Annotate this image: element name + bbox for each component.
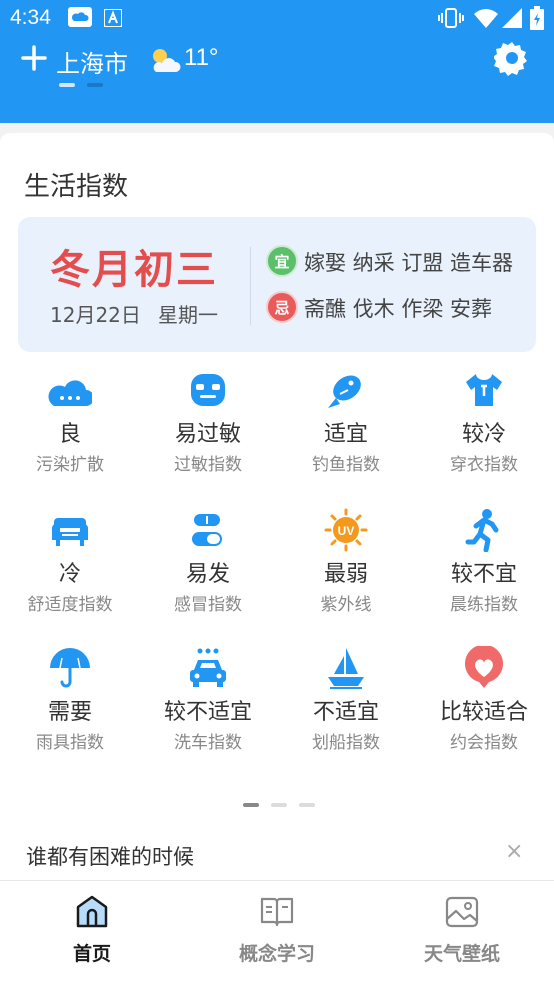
index-label: 雨具指数 bbox=[36, 733, 104, 753]
nav-item-home[interactable]: 首页 bbox=[0, 881, 184, 984]
index-label: 舒适度指数 bbox=[27, 595, 113, 615]
index-label: 感冒指数 bbox=[174, 595, 242, 615]
nav-label-concept-learning: 概念学习 bbox=[238, 943, 315, 965]
add-city-icon[interactable] bbox=[20, 44, 48, 72]
sofa-icon bbox=[52, 518, 88, 546]
heart-icon bbox=[465, 646, 503, 688]
almanac-divider bbox=[250, 247, 251, 325]
index-value: 易发 bbox=[185, 562, 230, 587]
city-name[interactable]: 上海市 bbox=[56, 44, 128, 79]
nav-label-home: 首页 bbox=[72, 943, 111, 965]
index-cold[interactable]: 易发 感冒指数 bbox=[139, 508, 277, 628]
index-label: 过敏指数 bbox=[174, 455, 242, 475]
index-allergy[interactable]: 易过敏 过敏指数 bbox=[139, 368, 277, 488]
app-header: 4:34 上海市 11° bbox=[0, 0, 554, 123]
gregorian-date: 12月22日 bbox=[50, 303, 141, 327]
index-boating[interactable]: 不适宜 划船指数 bbox=[277, 646, 415, 766]
book-icon bbox=[260, 897, 294, 927]
index-value: 最弱 bbox=[323, 562, 368, 587]
settings-gear-icon[interactable] bbox=[494, 40, 530, 76]
index-value: 适宜 bbox=[323, 422, 368, 447]
nav-item-concept-learning[interactable]: 概念学习 bbox=[185, 881, 369, 984]
wallpaper-icon bbox=[445, 896, 479, 928]
tshirt-icon bbox=[466, 374, 502, 406]
index-value: 需要 bbox=[47, 700, 92, 725]
index-label: 钓鱼指数 bbox=[312, 455, 380, 475]
sailboat-icon bbox=[328, 648, 364, 689]
index-value: 易过敏 bbox=[174, 422, 241, 447]
nav-item-weather-wallpaper[interactable]: 天气壁纸 bbox=[370, 881, 554, 984]
wifi-icon bbox=[474, 9, 498, 28]
city-page-indicator bbox=[59, 83, 119, 87]
yi-badge: 宜 bbox=[266, 245, 298, 277]
battery-icon bbox=[530, 6, 544, 30]
index-uv[interactable]: UV 最弱 紫外线 bbox=[277, 508, 415, 628]
index-label: 污染扩散 bbox=[36, 455, 104, 475]
umbrella-icon bbox=[50, 648, 90, 688]
current-temperature: 11° bbox=[184, 44, 219, 71]
section-title: 生活指数 bbox=[24, 172, 129, 202]
almanac-panel[interactable]: 冬月初三 12月22日 星期一 宜 嫁娶 纳采 订盟 造车器 忌 斋醮 伐木 作… bbox=[18, 217, 536, 352]
index-label: 穿衣指数 bbox=[450, 455, 518, 475]
index-label: 洗车指数 bbox=[174, 733, 242, 753]
home-icon bbox=[76, 895, 108, 928]
index-value: 较不适宜 bbox=[163, 700, 252, 725]
nav-label-weather-wallpaper: 天气壁纸 bbox=[423, 943, 500, 965]
index-morning-exercise[interactable]: 较不宜 晨练指数 bbox=[415, 508, 553, 628]
fish-icon bbox=[328, 375, 361, 408]
notice-text: 谁都有困难的时候 bbox=[26, 845, 194, 869]
ji-items: 斋醮 伐木 作梁 安葬 bbox=[304, 297, 493, 321]
status-time: 4:34 bbox=[10, 6, 51, 29]
index-label: 约会指数 bbox=[450, 733, 518, 753]
top-bar: 上海市 11° bbox=[0, 36, 554, 86]
partly-cloudy-icon bbox=[153, 49, 181, 72]
yi-items: 嫁娶 纳采 订盟 造车器 bbox=[304, 251, 514, 275]
index-label: 紫外线 bbox=[320, 595, 372, 615]
index-value: 较不宜 bbox=[450, 562, 517, 587]
ji-row: 忌 斋醮 伐木 作梁 安葬 bbox=[266, 291, 536, 325]
cell-signal-icon bbox=[502, 8, 522, 28]
index-page-indicator bbox=[243, 803, 323, 809]
index-fishing[interactable]: 适宜 钓鱼指数 bbox=[277, 368, 415, 488]
runner-icon bbox=[465, 509, 499, 552]
index-clothing[interactable]: 较冷 穿衣指数 bbox=[415, 368, 553, 488]
index-label: 划船指数 bbox=[312, 733, 380, 753]
index-label: 晨练指数 bbox=[450, 595, 518, 615]
index-comfort[interactable]: 冷 舒适度指数 bbox=[1, 508, 139, 628]
app-notification-icon bbox=[104, 9, 122, 27]
weather-notification-icon bbox=[68, 7, 92, 27]
uv-sun-icon: UV bbox=[324, 508, 368, 552]
yi-row: 宜 嫁娶 纳采 订盟 造车器 bbox=[266, 245, 536, 279]
index-rain-gear[interactable]: 需要 雨具指数 bbox=[1, 646, 139, 766]
ji-badge: 忌 bbox=[266, 291, 298, 323]
pill-icon bbox=[192, 514, 222, 546]
vibrate-icon bbox=[438, 8, 464, 28]
lunar-date: 冬月初三 bbox=[50, 247, 218, 293]
close-icon[interactable]: × bbox=[505, 839, 523, 864]
status-bar: 4:34 bbox=[0, 0, 554, 36]
index-car-wash[interactable]: 较不适宜 洗车指数 bbox=[139, 646, 277, 766]
mask-icon bbox=[191, 374, 225, 406]
car-wash-icon bbox=[190, 648, 226, 687]
index-value: 良 bbox=[58, 422, 81, 447]
notice-banner[interactable]: 谁都有困难的时候 × bbox=[0, 833, 554, 880]
index-pollution[interactable]: 良 污染扩散 bbox=[1, 368, 139, 488]
life-index-card: 生活指数 冬月初三 12月22日 星期一 宜 嫁娶 纳采 订盟 造车器 忌 斋醮… bbox=[0, 133, 554, 880]
svg-text:UV: UV bbox=[338, 524, 355, 538]
index-dating[interactable]: 比较适合 约会指数 bbox=[415, 646, 553, 766]
index-value: 比较适合 bbox=[439, 700, 528, 725]
index-value: 不适宜 bbox=[312, 700, 379, 725]
index-value: 较冷 bbox=[461, 422, 506, 447]
weekday: 星期一 bbox=[158, 303, 218, 327]
cloud-icon bbox=[48, 380, 92, 406]
index-value: 冷 bbox=[58, 562, 81, 587]
bottom-navigation: 首页 概念学习 天气壁纸 bbox=[0, 880, 554, 984]
